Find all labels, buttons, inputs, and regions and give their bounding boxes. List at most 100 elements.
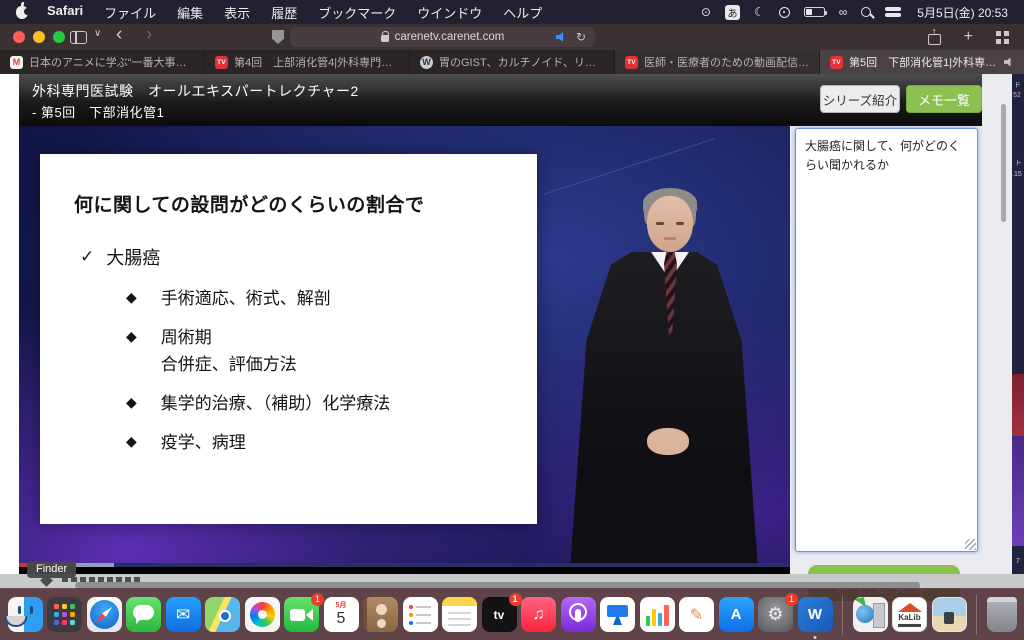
- zoom-window-button[interactable]: [53, 31, 65, 43]
- memo-textarea[interactable]: 大腸癌に関して、何がどのくらい聞かれるか: [795, 128, 978, 552]
- tab-bar: M 日本のアニメに学ぶ“一番大事な価値観”とは？... TV 第4回 上部消化管…: [0, 50, 1024, 74]
- dock-icon-maps[interactable]: [205, 597, 240, 632]
- dock-icon-podcasts[interactable]: [560, 597, 596, 632]
- dock-icon-word[interactable]: W: [797, 597, 833, 632]
- focus-moon-icon[interactable]: ☾: [754, 6, 765, 18]
- vertical-scrollbar[interactable]: [1001, 104, 1006, 222]
- dock-icon-numbers[interactable]: [639, 597, 675, 632]
- screen-record-icon[interactable]: ⊙: [701, 6, 711, 18]
- control-center-icon[interactable]: [885, 7, 902, 18]
- gmail-icon: M: [10, 55, 23, 69]
- strip-fragment: 7: [1016, 558, 1020, 565]
- menu-view[interactable]: 表示: [224, 3, 250, 22]
- slide-bullet: ◆ 疫学、病理: [126, 433, 246, 453]
- menu-help[interactable]: ヘルプ: [503, 3, 542, 22]
- battery-icon[interactable]: [803, 7, 827, 17]
- new-tab-button[interactable]: +: [964, 29, 973, 45]
- envelope-icon: ✉: [175, 604, 191, 624]
- cutoff-content-strip: ド 52 ト .15 7: [1012, 74, 1024, 588]
- menu-edit[interactable]: 編集: [177, 3, 203, 22]
- lock-icon: [380, 31, 389, 42]
- tab-speaker-icon[interactable]: [1004, 57, 1011, 67]
- dock-icon-finder[interactable]: [7, 597, 43, 632]
- dock-icon-facetime[interactable]: 1: [284, 593, 324, 632]
- dock-icon-kalib[interactable]: KaLib: [892, 597, 927, 632]
- dock-icon-safari[interactable]: [86, 597, 122, 632]
- tab-carenetv-4[interactable]: TV 第4回 上部消化管4|外科専門医試験 オール…: [205, 50, 410, 74]
- tab-carenetv-home[interactable]: TV 医師・医療者のための動画配信サイト｜CareN...: [615, 50, 820, 74]
- dock-icon-globe-utility[interactable]: [852, 597, 888, 632]
- diamond-icon: ◆: [126, 394, 137, 411]
- dock-icon-launchpad[interactable]: [47, 597, 82, 632]
- menu-bar-clock[interactable]: 5月5日(金) 20:53: [917, 4, 1008, 21]
- facetime-badge: 1: [311, 593, 324, 606]
- dock-icon-music[interactable]: ♫: [521, 597, 556, 632]
- tab-gmail[interactable]: M 日本のアニメに学ぶ“一番大事な価値観”とは？...: [0, 50, 205, 74]
- address-bar[interactable]: carenetv.carenet.com ↻: [290, 27, 595, 47]
- diamond-icon: ◆: [126, 328, 137, 345]
- tab-carenetv-5-active[interactable]: TV 第5回 下部消化管1|外科専門医試験 オール…: [820, 50, 1024, 74]
- kalib-label: KaLib: [898, 613, 921, 622]
- dock-icon-image-file[interactable]: [931, 597, 967, 632]
- share-icon[interactable]: ↑: [927, 26, 941, 45]
- green-arrow-icon: [853, 597, 866, 609]
- app-menus: Safari ファイル 編集 表示 履歴 ブックマーク ウインドウ ヘルプ: [47, 3, 542, 22]
- dock-icon-appletv[interactable]: tv 1: [481, 593, 522, 632]
- menu-window[interactable]: ウインドウ: [417, 3, 482, 22]
- dock-icon-settings[interactable]: ⚙ 1: [758, 593, 798, 632]
- video-player[interactable]: 何に関しての設問がどのくらいの割合で ✓ 大腸癌 ◆ 手術適応、術式、解剖 ◆ …: [19, 126, 790, 567]
- finder-tooltip: Finder: [27, 561, 77, 578]
- menu-safari[interactable]: Safari: [47, 3, 83, 22]
- music-note-icon: ♫: [532, 605, 545, 623]
- menu-history[interactable]: 履歴: [271, 3, 297, 22]
- menu-file[interactable]: ファイル: [104, 3, 156, 22]
- strip-thumbnail: [1012, 374, 1024, 436]
- dock-icon-photos[interactable]: [244, 597, 280, 632]
- dock-icon-reminders[interactable]: [402, 597, 438, 632]
- lecture-slide: 何に関しての設問がどのくらいの割合で ✓ 大腸癌 ◆ 手術適応、術式、解剖 ◆ …: [40, 154, 537, 524]
- tab-group-chevron-icon[interactable]: ∨: [94, 28, 101, 39]
- minimize-window-button[interactable]: [33, 31, 45, 43]
- dock-icon-mail[interactable]: ✉: [165, 597, 201, 632]
- textarea-resize-grip[interactable]: [965, 539, 976, 550]
- battery-level: [805, 9, 812, 15]
- tab-wordpress[interactable]: W 胃のGIST、カルチノイド、リンパ腫、など: [410, 50, 615, 74]
- tab-audio-icon[interactable]: [555, 31, 564, 43]
- dock-icon-notes[interactable]: [442, 597, 477, 632]
- tab-overview-icon[interactable]: [996, 30, 1009, 44]
- slide-title: 何に関しての設問がどのくらいの割合で: [74, 195, 425, 216]
- strip-thumbnail: [1012, 436, 1024, 546]
- url-text: carenetv.carenet.com: [394, 31, 505, 43]
- series-intro-button[interactable]: シリーズ紹介: [820, 85, 900, 113]
- hotspot-icon[interactable]: ∞: [839, 6, 848, 18]
- diamond-icon: ◆: [126, 289, 137, 305]
- dock-icon-messages[interactable]: [126, 597, 161, 632]
- spotlight-icon[interactable]: [861, 7, 872, 17]
- reload-icon[interactable]: ↻: [576, 31, 586, 43]
- sidebar-icon[interactable]: [70, 31, 87, 44]
- dock-icon-calendar[interactable]: 5月 5: [323, 597, 359, 632]
- memo-list-button[interactable]: メモ一覧: [906, 85, 982, 113]
- window-controls: [13, 31, 65, 43]
- appletv-badge: 1: [508, 593, 522, 606]
- input-source-icon[interactable]: あ: [724, 4, 740, 20]
- privacy-shield-icon[interactable]: [272, 30, 284, 44]
- back-button[interactable]: ‹: [116, 24, 122, 46]
- dock-icon-trash[interactable]: [986, 597, 1017, 632]
- dock-icon-pages[interactable]: ✎: [679, 597, 714, 632]
- decor-line: [543, 138, 715, 195]
- slide-bullet: ◆ 集学的治療、（補助）化学療法: [126, 394, 391, 414]
- forward-button[interactable]: ›: [146, 24, 152, 46]
- apple-menu-icon[interactable]: [16, 1, 31, 19]
- calendar-day: 5: [336, 610, 346, 627]
- dock-icon-appstore[interactable]: A: [718, 597, 754, 632]
- status-circle-icon[interactable]: [778, 6, 790, 18]
- menu-bookmarks[interactable]: ブックマーク: [318, 3, 396, 22]
- pencil-icon: ✎: [689, 606, 704, 624]
- dock-icon-keynote[interactable]: [600, 597, 635, 632]
- diamond-icon: ◆: [126, 433, 137, 450]
- dock: ✉ 1 5月 5 tv 1 ♫ ✎ A ⚙ 1 W KaLib: [0, 588, 1024, 640]
- wordpress-icon: W: [420, 55, 433, 69]
- dock-icon-contacts[interactable]: [363, 597, 398, 632]
- close-window-button[interactable]: [13, 31, 25, 43]
